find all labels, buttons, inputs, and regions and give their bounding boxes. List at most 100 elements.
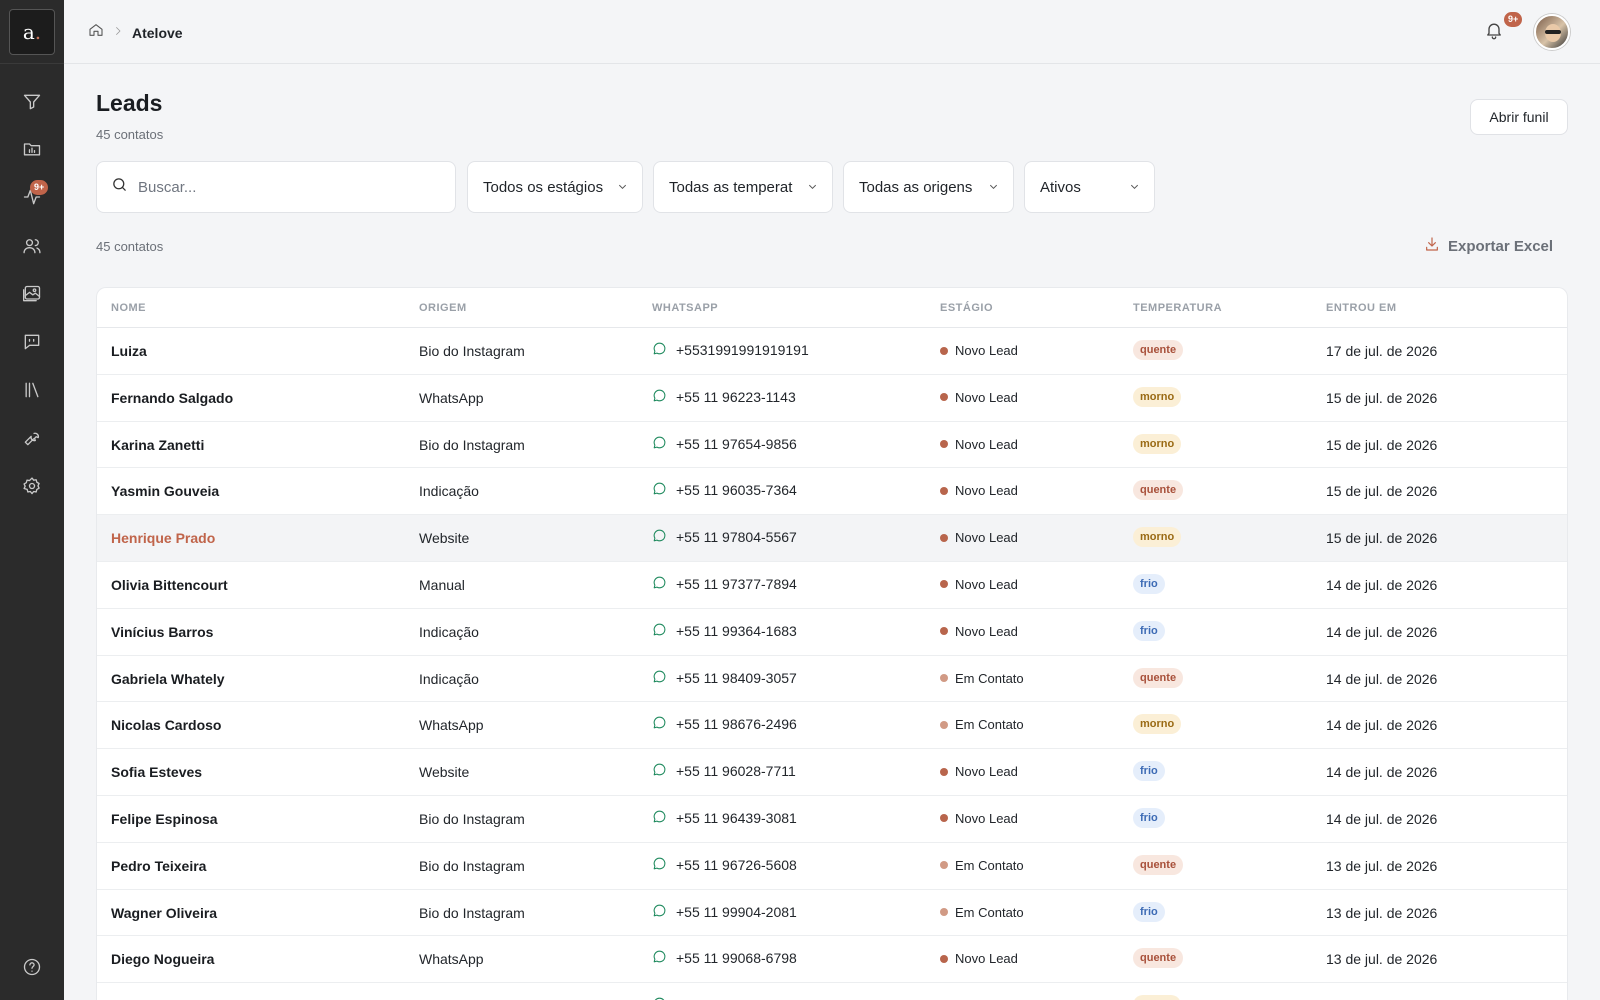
lead-origin: WhatsApp [419, 717, 484, 734]
table-row[interactable]: Gabriela Whately Indicação +55 11 98409-30… [97, 656, 1567, 703]
lead-whatsapp[interactable]: +55 11 98409-3057 [652, 669, 797, 687]
column-header-entered[interactable]: ENTROU EM [1326, 302, 1397, 314]
lead-whatsapp[interactable]: +55 11 97804-5567 [652, 528, 797, 546]
table-row[interactable]: Sofia Esteves Website +55 11 96028-7711 Nov… [97, 749, 1567, 796]
temperature-badge: frio [1133, 901, 1165, 922]
lead-whatsapp[interactable]: +55 11 96223-1143 [652, 388, 796, 406]
lead-name[interactable]: Luiza [111, 343, 147, 359]
lead-whatsapp[interactable]: +55 11 97377-7894 [652, 575, 797, 593]
leads-table: NOME ORIGEM WHATSAPP ESTÁGIO TEMPERATURA… [96, 287, 1568, 1000]
table-row[interactable]: Wagner Oliveira Bio do Instagram +55 11 99… [97, 890, 1567, 937]
table-row[interactable]: Olivia Bittencourt Manual +55 11 97377-789… [97, 562, 1567, 609]
bell-icon[interactable] [1484, 20, 1506, 42]
table-row[interactable]: Luiza Bio do Instagram +5531991991919191 No… [97, 328, 1567, 375]
column-header-origin[interactable]: ORIGEM [419, 302, 467, 314]
gear-icon[interactable] [20, 474, 44, 498]
lead-name[interactable]: Gabriela Whately [111, 671, 225, 687]
lead-whatsapp[interactable]: +55 11 96439-3081 [652, 809, 797, 827]
lead-whatsapp[interactable]: +55 11 99904-2081 [652, 903, 797, 921]
lead-whatsapp[interactable]: +55 11 98676-2496 [652, 715, 797, 733]
stage-label: Novo Lead [955, 343, 1018, 358]
lead-entered-date: 15 de jul. de 2026 [1326, 483, 1438, 500]
column-header-temperature[interactable]: TEMPERATURA [1133, 302, 1222, 314]
stage-label: Novo Lead [955, 436, 1018, 452]
lead-whatsapp[interactable]: +55 11 96726-5608 [652, 856, 797, 874]
lead-name[interactable]: Diego Nogueira [111, 951, 214, 967]
users-icon[interactable] [20, 234, 44, 258]
search-input[interactable] [138, 178, 438, 196]
app-logo[interactable]: a. [9, 9, 55, 55]
temperature-badge: morno [1133, 433, 1182, 454]
stage-dot [940, 533, 948, 542]
whatsapp-number: +55 11 96223-1143 [676, 388, 796, 405]
avatar[interactable] [1534, 14, 1570, 50]
stage-label: Em Contato [955, 670, 1024, 686]
temperature-badge: morno [1133, 527, 1182, 548]
whatsapp-icon [652, 949, 667, 967]
table-row[interactable]: Pedro Teixeira Bio do Instagram +55 11 967… [97, 843, 1567, 890]
funnel-icon[interactable] [20, 90, 44, 114]
lead-entered-date: 14 de jul. de 2026 [1326, 810, 1438, 827]
table-row[interactable]: Nicolas Cardoso WhatsApp +55 11 98676-2496… [97, 702, 1567, 750]
table-row[interactable]: Vinícius Barros Indicação +55 11 99364-168… [97, 609, 1567, 656]
table-row[interactable]: Valentina VasconcelosManual+55 11 98207-… [97, 983, 1567, 1000]
open-funnel-button[interactable]: Abrir funil [1470, 99, 1568, 135]
table-row[interactable]: Diego Nogueira WhatsApp +55 11 99068-6798 N… [97, 936, 1567, 984]
lead-whatsapp[interactable]: +55 11 97654-9856 [652, 435, 797, 453]
whatsapp-number: +55 11 99068-6798 [676, 950, 797, 967]
lead-name[interactable]: Olivia Bittencourt [111, 577, 228, 593]
whatsapp-number: +55 11 97654-9856 [676, 435, 797, 452]
lead-origin: Bio do Instagram [419, 436, 525, 453]
export-excel-button[interactable]: Exportar Excel [1424, 236, 1553, 256]
wrench-icon[interactable] [20, 426, 44, 450]
origin-filter-select[interactable]: Todas as origens [843, 161, 1014, 213]
stage-dot [940, 627, 948, 636]
sidebar-divider [0, 63, 64, 64]
table-row[interactable]: Felipe Espinosa Bio do Instagram +55 11 96… [97, 796, 1567, 843]
lead-name[interactable]: Yasmin Gouveia [111, 483, 219, 499]
home-icon[interactable] [88, 22, 104, 43]
folder-chart-icon[interactable] [20, 137, 44, 161]
topbar: Atelove 9+ [64, 0, 1600, 64]
status-filter-select[interactable]: Ativos [1024, 161, 1155, 213]
lead-whatsapp[interactable]: +5531991991919191 [652, 341, 809, 359]
column-header-stage[interactable]: ESTÁGIO [940, 302, 993, 314]
export-label: Exportar Excel [1448, 237, 1554, 255]
lead-name[interactable]: Pedro Teixeira [111, 858, 206, 874]
table-row[interactable]: Karina Zanetti Bio do Instagram +55 11 976… [97, 422, 1567, 469]
lead-whatsapp[interactable]: +55 11 96035-7364 [652, 481, 797, 499]
search-icon [111, 176, 128, 198]
lead-name[interactable]: Karina Zanetti [111, 437, 204, 453]
table-row[interactable]: Yasmin Gouveia Indicação +55 11 96035-7364… [97, 468, 1567, 516]
lead-name[interactable]: Wagner Oliveira [111, 905, 217, 921]
column-header-name[interactable]: NOME [111, 302, 146, 314]
chat-icon[interactable] [20, 330, 44, 354]
lead-whatsapp[interactable]: +55 11 96028-7711 [652, 762, 796, 780]
lead-whatsapp[interactable]: +55 11 99364-1683 [652, 622, 797, 640]
chevron-down-icon [801, 179, 818, 196]
lead-name[interactable]: Nicolas Cardoso [111, 717, 221, 733]
lead-name[interactable]: Felipe Espinosa [111, 811, 218, 827]
stage-filter-select[interactable]: Todos os estágios [467, 161, 643, 213]
temperature-filter-select[interactable]: Todas as temperat [653, 161, 833, 213]
lead-whatsapp[interactable]: +55 11 99068-6798 [652, 949, 797, 967]
lead-name[interactable]: Fernando Salgado [111, 390, 233, 406]
gallery-icon[interactable] [20, 282, 44, 306]
notifications-badge: 9+ [1504, 12, 1523, 27]
contacts-count: 45 contatos [96, 127, 164, 142]
whatsapp-icon [652, 809, 667, 827]
temperature-badge: morno [1133, 386, 1182, 407]
stage-dot [940, 346, 948, 355]
table-row[interactable]: Henrique Prado Website +55 11 97804-5567 No… [97, 515, 1567, 562]
lead-origin: Manual [419, 576, 465, 593]
lead-whatsapp[interactable]: +55 11 98207-1700 [652, 996, 797, 1000]
lead-name[interactable]: Henrique Prado [111, 530, 215, 546]
help-icon[interactable] [20, 955, 44, 979]
lead-name[interactable]: Vinícius Barros [111, 624, 213, 640]
whatsapp-icon [652, 996, 667, 1000]
stage-dot [940, 720, 948, 729]
library-icon[interactable] [20, 378, 44, 402]
column-header-whatsapp[interactable]: WHATSAPP [652, 302, 718, 314]
table-row[interactable]: Fernando Salgado WhatsApp +55 11 96223-114… [97, 375, 1567, 422]
lead-name[interactable]: Sofia Esteves [111, 764, 202, 780]
